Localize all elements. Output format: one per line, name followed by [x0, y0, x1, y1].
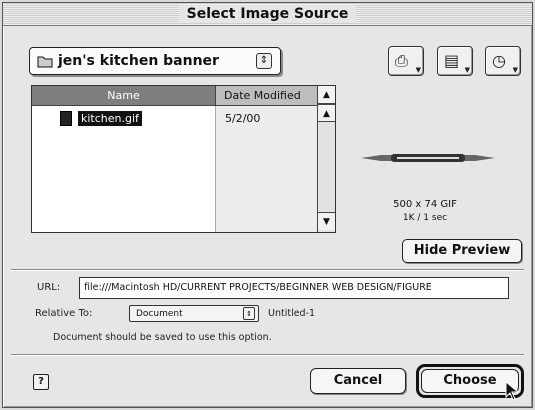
file-list[interactable]: Name Date Modified kitchen.gif 5/2/00 ▲ … [31, 85, 336, 233]
desktop-icon: ⎙ [395, 51, 408, 70]
divider [11, 354, 524, 356]
dialog-window: Select Image Source jen's kitchen banner… [2, 2, 533, 408]
clock-icon: ◷ [492, 51, 506, 70]
document-icon: ▤ [444, 51, 460, 70]
preview-file-size: 1K / 1 sec [402, 213, 448, 223]
vertical-scrollbar[interactable]: ▲ ▲ ▼ [317, 86, 335, 232]
relative-to-label: Relative To: [35, 308, 93, 319]
recent-button[interactable]: ◷ ▼ [485, 46, 521, 76]
popup-arrows-icon: ⇕ [243, 307, 255, 320]
column-header-date[interactable]: Date Modified [215, 86, 317, 106]
gif-file-icon [60, 111, 72, 126]
hide-preview-button[interactable]: Hide Preview [402, 239, 522, 263]
save-note: Document should be saved to use this opt… [53, 332, 272, 343]
url-field[interactable]: file:///Macintosh HD/CURRENT PROJECTS/BE… [79, 277, 509, 299]
relative-to-select[interactable]: Document ⇕ [129, 305, 259, 322]
folder-popup[interactable]: jen's kitchen banner ⇕ [29, 47, 281, 75]
document-button[interactable]: ▤ ▼ [437, 46, 473, 76]
scroll-up-arrow[interactable]: ▲ [318, 86, 335, 104]
title-bar[interactable]: Select Image Source [3, 3, 532, 26]
folder-popup-label: jen's kitchen banner [58, 53, 219, 69]
column-header-name[interactable]: Name [32, 86, 215, 106]
mouse-pointer-icon [505, 381, 520, 401]
chevron-down-icon: ▼ [464, 66, 470, 74]
popup-arrows-icon: ⇕ [256, 53, 272, 69]
preview-dimensions: 500 x 74 GIF [393, 199, 457, 210]
chevron-down-icon: ▼ [415, 66, 421, 74]
scroll-up-arrow[interactable]: ▲ [318, 104, 335, 122]
file-date: 5/2/00 [225, 112, 261, 125]
file-name: kitchen.gif [78, 111, 142, 126]
desktop-button[interactable]: ⎙ ▼ [388, 46, 424, 76]
dialog-title: Select Image Source [178, 5, 357, 23]
help-button[interactable]: ? [33, 374, 49, 390]
scroll-down-arrow[interactable]: ▼ [318, 212, 335, 230]
list-item[interactable]: kitchen.gif 5/2/00 [32, 110, 317, 128]
divider [11, 269, 524, 271]
chevron-down-icon: ▼ [512, 66, 518, 74]
relative-to-value: Document [136, 309, 183, 319]
url-label: URL: [37, 282, 61, 293]
cancel-button[interactable]: Cancel [310, 368, 406, 394]
document-name: Untitled-1 [268, 308, 316, 319]
preview-image [361, 154, 495, 162]
folder-icon [37, 56, 53, 68]
